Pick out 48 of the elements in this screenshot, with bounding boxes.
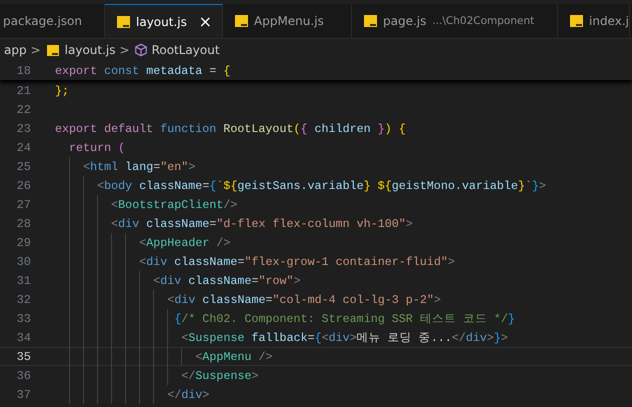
breadcrumb-separator: >	[120, 43, 130, 57]
editor-tab[interactable]: page.js ...\Ch02Component	[352, 4, 558, 38]
breadcrumb-item[interactable]: RootLayout	[152, 43, 220, 57]
line-number: 28	[16, 216, 31, 230]
editor-tab[interactable]: layout.js ×	[105, 4, 223, 38]
line-number: 23	[16, 122, 31, 136]
line-number: 21	[16, 84, 31, 98]
code-line: <div className="flex-grow-1 container-fluid">	[138, 254, 455, 268]
breadcrumb-item[interactable]: app	[4, 43, 27, 57]
line-number: 31	[16, 274, 31, 288]
line-number: 33	[16, 312, 31, 326]
code-line: <body className={`${geistSans.variable} ${geistMono.variable}`}>	[96, 178, 546, 192]
code-line: </div>	[166, 388, 210, 402]
code-line: <div className="row">	[152, 274, 301, 288]
editor-tab[interactable]: index.j	[558, 4, 630, 38]
close-icon[interactable]: ×	[198, 12, 212, 31]
line-number: 36	[16, 368, 31, 382]
code-line: <AppMenu />	[194, 350, 273, 364]
code-line: <html lang="en">	[82, 160, 196, 174]
line-number: 34	[16, 330, 31, 344]
line-number: 18	[16, 64, 31, 78]
line-number: 29	[16, 236, 31, 250]
tab-path: ...\Ch02Component	[432, 15, 534, 27]
code-line: return (	[68, 140, 126, 154]
breadcrumb-item[interactable]: layout.js	[64, 43, 116, 57]
code-line: </Suspense>	[180, 368, 259, 382]
line-number: 25	[16, 160, 31, 174]
code-line: <Suspense fallback={<div>메뉴 로딩 중...</div>}>	[180, 330, 508, 345]
code-line: <div className="col-md-4 col-lg-3 p-2">	[166, 292, 441, 306]
code-line: <div className="d-flex flex-column vh-100">	[110, 216, 413, 230]
line-number: 30	[16, 254, 31, 268]
code-line: };	[55, 84, 70, 98]
line-number: 22	[16, 102, 31, 116]
code-line: <AppHeader />	[138, 236, 230, 250]
code-line: export default function RootLayout({ children }) {	[55, 122, 406, 136]
editor-tab[interactable]: AppMenu.js	[223, 4, 352, 38]
line-number: 26	[16, 178, 31, 192]
js-file-icon	[46, 44, 59, 56]
line-number: 37	[16, 388, 31, 402]
line-number: 27	[16, 198, 31, 212]
line-number: 32	[16, 292, 31, 306]
code-line: <BootstrapClient/>	[110, 198, 238, 212]
code-line: export const metadata = {	[55, 64, 230, 78]
line-number: 24	[16, 140, 31, 154]
code-line: {/* Ch02. Component: Streaming SSR 테스트 코드 */}	[173, 311, 515, 326]
cube-icon	[134, 43, 148, 57]
breadcrumb-separator: >	[30, 43, 41, 57]
line-number: 35	[16, 350, 31, 364]
